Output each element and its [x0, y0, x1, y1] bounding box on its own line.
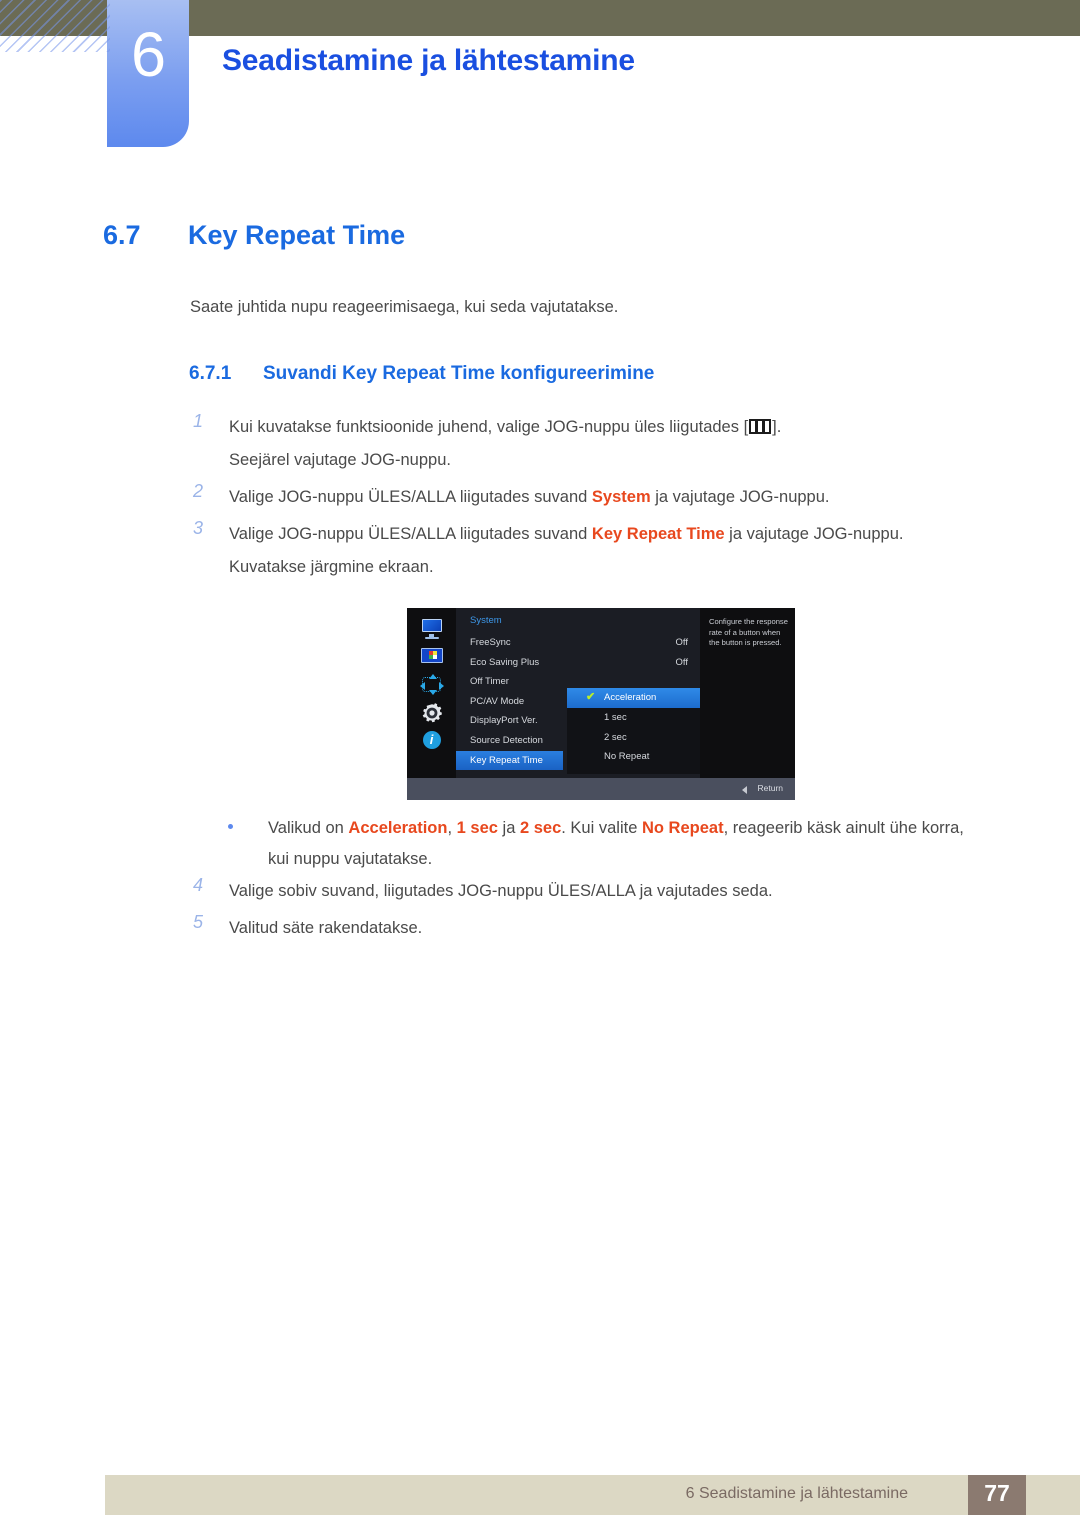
osd-position-arrows-icon: [419, 674, 444, 695]
step-number: 1: [193, 411, 204, 431]
osd-item-label: PC/AV Mode: [470, 695, 525, 707]
check-icon: ✔: [586, 691, 596, 703]
page-number: 77: [984, 1480, 1010, 1506]
highlight-term: System: [591, 488, 651, 506]
osd-item-value: Off: [675, 637, 689, 648]
bullet-dot-icon: [228, 824, 233, 829]
list-item: 1 Kui kuvatakse funktsioonide juhend, va…: [189, 411, 1019, 477]
left-arrow-icon: [742, 786, 747, 794]
section-number: 6.7: [103, 220, 141, 250]
osd-submenu-item-2-sec[interactable]: 2 sec: [567, 728, 700, 748]
highlight-term: 2 sec: [519, 819, 562, 837]
chapter-tab: 6: [107, 0, 189, 147]
step-text-part: ].: [772, 418, 782, 436]
step-list: 1 Kui kuvatakse funktsioonide juhend, va…: [189, 411, 1019, 588]
highlight-term: 1 sec: [456, 819, 498, 837]
osd-item-label: FreeSync: [470, 637, 511, 648]
highlight-term: No Repeat: [641, 819, 724, 837]
footer-chapter-label: 6 Seadistamine ja lähtestamine: [685, 1485, 908, 1502]
osd-panel-title: System: [470, 615, 502, 626]
osd-menu-item-key-repeat-time[interactable]: Key Repeat Time: [456, 750, 563, 771]
step-text-part: ja vajutage JOG-nuppu.: [650, 488, 830, 506]
note-part: Valikud on: [268, 819, 349, 837]
osd-help-text: Configure the response rate of a button …: [709, 617, 788, 647]
step-text-continued: Seejärel vajutage JOG-nuppu.: [229, 451, 451, 469]
osd-item-label: Eco Saving Plus: [470, 656, 540, 668]
osd-return-label[interactable]: Return: [757, 783, 783, 793]
osd-item-value: Off: [675, 656, 689, 668]
note-part: , reageerib käsk ainult ühe korra,: [723, 819, 964, 837]
note-part: ja: [497, 819, 520, 837]
highlight-term: Acceleration: [348, 819, 448, 837]
osd-submenu-label: No Repeat: [604, 751, 650, 763]
osd-help-panel: Configure the response rate of a button …: [700, 608, 795, 778]
chapter-number: 6: [130, 20, 166, 90]
list-item: 5 Valitud säte rakendatakse.: [189, 912, 1019, 945]
info-icon: i: [420, 730, 444, 751]
step-text: Valige JOG-nuppu ÜLES/ALLA liigutades su…: [229, 518, 1019, 551]
osd-item-label: Source Detection: [470, 734, 543, 746]
list-item: 2 Valige JOG-nuppu ÜLES/ALLA liigutades …: [189, 481, 1019, 514]
osd-item-label: Off Timer: [470, 676, 509, 688]
osd-submenu: ✔ Acceleration 1 sec 2 sec No Repeat: [567, 688, 700, 774]
step-text-part: Valige JOG-nuppu ÜLES/ALLA liigutades su…: [229, 525, 592, 543]
step-text: Kui kuvatakse funktsioonide juhend, vali…: [229, 411, 1019, 444]
display-icon: [420, 618, 444, 639]
osd-menu-item-freesync[interactable]: FreeSync Off: [456, 633, 700, 653]
footer-bar: 6 Seadistamine ja lähtestamine 77: [105, 1475, 1080, 1515]
section-lead-paragraph: Saate juhtida nupu reageerimisaega, kui …: [190, 298, 619, 316]
step-number: 3: [193, 518, 204, 538]
step-text: Valige JOG-nuppu ÜLES/ALLA liigutades su…: [229, 481, 1019, 514]
osd-submenu-item-1-sec[interactable]: 1 sec: [567, 708, 700, 728]
step-text: Valige sobiv suvand, liigutades JOG-nupp…: [229, 882, 773, 900]
step-text: Valitud säte rakendatakse.: [229, 919, 423, 937]
step-number: 5: [193, 912, 204, 932]
step-list-tail: 4 Valige sobiv suvand, liigutades JOG-nu…: [189, 875, 1019, 949]
note-part: . Kui valite: [561, 819, 642, 837]
osd-footer-bar: Return: [407, 778, 795, 800]
menu-grid-icon: [749, 419, 772, 434]
osd-icon-sidebar: i: [407, 608, 456, 778]
list-item: 3 Valige JOG-nuppu ÜLES/ALLA liigutades …: [189, 518, 1019, 584]
picture-color-icon: [420, 646, 444, 667]
gear-icon: [420, 702, 444, 723]
page-number-box: 77: [968, 1475, 1026, 1515]
subsection-title: Suvandi Key Repeat Time konfigureerimine: [263, 363, 655, 384]
list-item: 4 Valige sobiv suvand, liigutades JOG-nu…: [189, 875, 1019, 908]
step-number: 4: [193, 875, 204, 895]
chapter-title: Seadistamine ja lähtestamine: [222, 44, 635, 77]
note-line: Valikud on Acceleration, 1 sec ja 2 sec.…: [268, 813, 1028, 844]
step-text-part: Valige JOG-nuppu ÜLES/ALLA liigutades su…: [229, 488, 592, 506]
step-number: 2: [193, 481, 204, 501]
osd-item-label: DisplayPort Ver.: [470, 715, 538, 727]
subsection-heading: 6.7.1 Suvandi Key Repeat Time konfigureer…: [189, 363, 654, 385]
osd-submenu-item-acceleration[interactable]: ✔ Acceleration: [567, 688, 700, 708]
note-part: ,: [447, 819, 457, 837]
osd-submenu-label: 1 sec: [604, 711, 627, 723]
step-text-part: ja vajutage JOG-nuppu.: [724, 525, 904, 543]
osd-menu-figure: i System FreeSync Off Eco Saving Plus Of…: [407, 608, 795, 800]
subsection-number: 6.7.1: [189, 363, 232, 384]
section-heading: 6.7 Key Repeat Time: [103, 220, 405, 251]
highlight-term: Key Repeat Time: [591, 525, 725, 543]
hatch-decoration: [0, 0, 110, 52]
note-text: Valikud on Acceleration, 1 sec ja 2 sec.…: [228, 813, 1028, 875]
document-page: 6 Seadistamine ja lähtestamine 6.7 Key Re…: [0, 0, 1080, 1527]
osd-submenu-label: 2 sec: [604, 731, 627, 743]
osd-submenu-item-no-repeat[interactable]: No Repeat: [567, 747, 700, 767]
osd-submenu-label: Acceleration: [604, 692, 657, 703]
section-title: Key Repeat Time: [188, 220, 406, 250]
osd-menu-item-eco-saving-plus[interactable]: Eco Saving Plus Off: [456, 653, 700, 673]
note-line-continued: kui nuppu vajutatakse.: [268, 850, 433, 868]
osd-item-label: Key Repeat Time: [470, 754, 543, 766]
step-text-part: Kui kuvatakse funktsioonide juhend, vali…: [229, 418, 749, 436]
note-bullet: Valikud on Acceleration, 1 sec ja 2 sec.…: [228, 813, 1028, 875]
step-text-continued: Kuvatakse järgmine ekraan.: [229, 558, 434, 576]
